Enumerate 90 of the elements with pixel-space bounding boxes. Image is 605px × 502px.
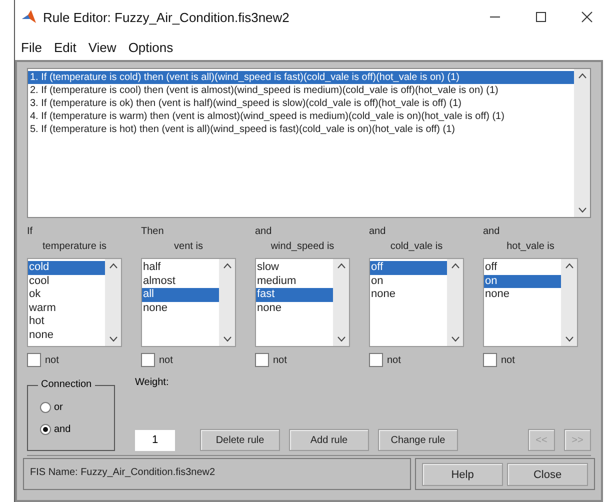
checkbox-label: not: [159, 354, 173, 366]
option-item[interactable]: on: [484, 274, 561, 288]
option-item[interactable]: warm: [28, 302, 105, 315]
rule-button[interactable]: Change rule: [378, 429, 458, 451]
option-item[interactable]: off: [484, 261, 561, 274]
menu-item[interactable]: Edit: [54, 40, 76, 54]
scroll-up-icon[interactable]: [564, 263, 574, 269]
menu-item[interactable]: View: [88, 40, 116, 54]
radio-label: or: [54, 402, 63, 412]
scrollbar[interactable]: [105, 259, 121, 346]
status-button[interactable]: Help: [422, 463, 503, 486]
checkbox[interactable]: [141, 353, 155, 367]
scroll-up-icon[interactable]: [450, 263, 460, 269]
rule-button[interactable]: Add rule: [289, 429, 369, 451]
checkbox-label: not: [387, 354, 401, 366]
checkbox-label: not: [501, 354, 515, 366]
scroll-down-icon[interactable]: [578, 207, 586, 213]
column-label: temperature is: [42, 241, 108, 252]
option-item[interactable]: none: [370, 288, 447, 302]
option-list[interactable]: off on none: [483, 258, 578, 347]
rule-button[interactable]: Delete rule: [200, 429, 280, 451]
scrollbar[interactable]: [447, 259, 463, 346]
column-prefix: Then: [141, 226, 165, 237]
column-prefix: and: [255, 226, 273, 237]
scroll-up-icon[interactable]: [578, 73, 586, 79]
rule-item[interactable]: 5. If (temperature is hot) then (vent is all)(wind_speed is fast)(cold_vale is on)(hot_vale is off) (1): [28, 123, 574, 136]
radio-button[interactable]: [40, 402, 51, 412]
scroll-up-icon[interactable]: [336, 263, 346, 269]
column-prefix: and: [369, 226, 387, 237]
status-text: FIS Name: Fuzzy_Air_Condition.fis3new2: [23, 458, 411, 490]
option-list[interactable]: slow medium fast none: [255, 258, 350, 347]
rule-item[interactable]: 3. If (temperature is ok) then (vent is half)(wind_speed is slow)(cold_vale is off)(hot_vale is off) (1): [28, 97, 574, 110]
scrollbar[interactable]: [561, 259, 577, 346]
status-button[interactable]: Close: [507, 463, 588, 486]
rule-item[interactable]: 2. If (temperature is cool) then (vent is almost)(wind_speed is medium)(cold_vale is off)(hot_vale is on) (1): [28, 84, 574, 97]
rule-item[interactable]: 1. If (temperature is cold) then (vent is all)(wind_speed is fast)(cold_vale is off)(hot_vale is on) (1): [28, 71, 574, 84]
checkbox-label: not: [273, 354, 287, 366]
option-item[interactable]: almost: [142, 274, 219, 288]
option-list[interactable]: half almost all none: [141, 258, 236, 347]
option-item[interactable]: none: [142, 302, 219, 315]
column-label: cold_vale is: [389, 241, 444, 252]
column-prefix: and: [483, 226, 501, 237]
option-item[interactable]: none: [28, 328, 105, 342]
option-item[interactable]: half: [142, 261, 219, 274]
checkbox-label: not: [45, 354, 59, 366]
rule-list[interactable]: [27, 68, 591, 218]
option-item[interactable]: none: [484, 288, 561, 302]
column-label: vent is: [173, 241, 204, 252]
menu-item[interactable]: File: [21, 40, 42, 54]
scroll-down-icon[interactable]: [564, 336, 574, 342]
scroll-down-icon[interactable]: [108, 336, 118, 342]
scrollbar[interactable]: [574, 69, 590, 217]
scroll-down-icon[interactable]: [222, 336, 232, 342]
option-list[interactable]: off on none: [369, 258, 464, 347]
close-icon[interactable]: [581, 11, 593, 23]
rule-item[interactable]: 4. If (temperature is warm) then (vent is almost)(wind_speed is medium)(cold_vale is on)(hot_vale is off) (1): [28, 110, 574, 123]
option-item[interactable]: off: [370, 261, 447, 274]
option-item[interactable]: medium: [256, 274, 333, 288]
option-item[interactable]: all: [142, 288, 219, 302]
option-item[interactable]: slow: [256, 261, 333, 274]
window-title: Rule Editor: Fuzzy_Air_Condition.fis3new2: [43, 10, 290, 24]
checkbox[interactable]: [27, 353, 41, 367]
scroll-up-icon[interactable]: [108, 263, 118, 269]
option-list[interactable]: cold cool ok warm hot none: [27, 258, 122, 347]
weight-field[interactable]: 1: [135, 430, 175, 450]
column-prefix: If: [27, 226, 34, 237]
column-label: hot_vale is: [506, 241, 556, 252]
option-item[interactable]: on: [370, 274, 447, 288]
radio-button[interactable]: [40, 424, 51, 434]
scrollbar[interactable]: [333, 259, 349, 346]
checkbox[interactable]: [369, 353, 383, 367]
column-label: wind_speed is: [270, 241, 336, 252]
maximize-icon[interactable]: [535, 11, 547, 23]
option-item[interactable]: cold: [28, 261, 105, 274]
matlab-logo-icon: [21, 9, 37, 25]
menu-item[interactable]: Options: [128, 40, 174, 54]
option-item[interactable]: hot: [28, 315, 105, 328]
scroll-down-icon[interactable]: [336, 336, 346, 342]
group-title: Connection: [38, 379, 95, 390]
checkbox[interactable]: [483, 353, 497, 367]
scroll-up-icon[interactable]: [222, 263, 232, 269]
radio-label: and: [54, 424, 71, 434]
scrollbar[interactable]: [219, 259, 235, 346]
option-item[interactable]: fast: [256, 288, 333, 302]
scroll-down-icon[interactable]: [450, 336, 460, 342]
option-item[interactable]: none: [256, 302, 333, 315]
option-item[interactable]: cool: [28, 274, 105, 288]
checkbox[interactable]: [255, 353, 269, 367]
weight-label: Weight:: [135, 377, 170, 388]
option-item[interactable]: ok: [28, 288, 105, 302]
